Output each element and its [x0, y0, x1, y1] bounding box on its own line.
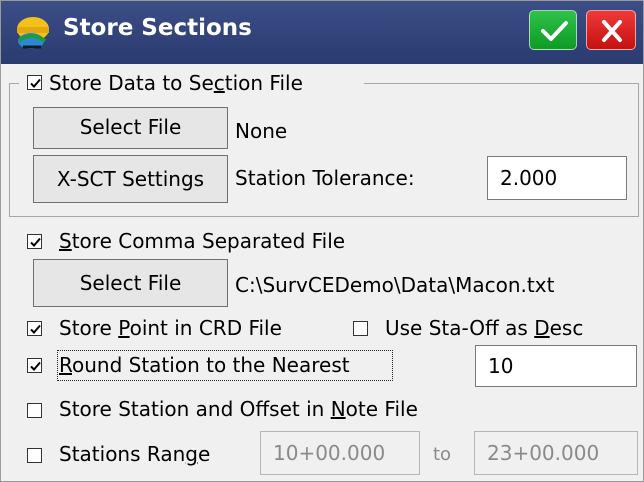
round-station-checkbox[interactable] — [27, 358, 42, 373]
comma-file-path: C:\SurvCEDemo\Data\Macon.txt — [235, 273, 555, 297]
round-station-input[interactable]: 10 — [475, 345, 637, 387]
store-note-file-label: Store Station and Offset in Note File — [59, 397, 418, 421]
ok-button[interactable] — [529, 10, 577, 50]
checkmark-icon — [30, 237, 41, 247]
stations-range-checkbox[interactable] — [27, 448, 42, 463]
close-button[interactable] — [586, 10, 636, 50]
close-x-icon — [602, 20, 622, 42]
use-sta-off-desc-checkbox[interactable] — [353, 321, 368, 336]
checkmark-icon — [30, 361, 41, 371]
checkmark-icon — [541, 21, 568, 41]
dialog-title: Store Sections — [63, 15, 252, 41]
store-note-file-checkbox[interactable] — [27, 403, 42, 418]
xsct-settings-button[interactable]: X-SCT Settings — [33, 155, 228, 203]
stations-range-label: Stations Range — [59, 442, 211, 466]
round-station-label: Round Station to the Nearest — [59, 353, 350, 377]
store-point-crd-label: Store Point in CRD File — [59, 316, 282, 340]
checkmark-icon — [30, 78, 41, 88]
store-point-crd-checkbox[interactable] — [27, 321, 42, 336]
store-section-file-label: Store Data to Section File — [49, 71, 303, 95]
select-section-file-button[interactable]: Select File — [33, 107, 228, 149]
station-tolerance-input[interactable]: 2.000 — [487, 156, 627, 200]
title-bar: Store Sections — [1, 1, 643, 64]
store-comma-file-label: Store Comma Separated File — [59, 229, 346, 253]
station-range-to-label: to — [433, 444, 452, 465]
section-file-value: None — [235, 119, 288, 143]
store-comma-file-checkbox[interactable] — [27, 234, 42, 249]
station-tolerance-label: Station Tolerance: — [235, 166, 415, 190]
use-sta-off-desc-label: Use Sta-Off as Desc — [385, 316, 584, 340]
checkmark-icon — [30, 324, 41, 334]
station-range-from-input[interactable]: 10+00.000 — [260, 431, 420, 475]
store-sections-dialog: Store Sections Store Data to Section Fil… — [0, 0, 644, 482]
surveyor-helmet-icon — [17, 17, 49, 49]
store-section-file-checkbox[interactable] — [27, 75, 42, 90]
station-range-to-input[interactable]: 23+00.000 — [474, 431, 638, 475]
select-comma-file-button[interactable]: Select File — [33, 259, 228, 307]
